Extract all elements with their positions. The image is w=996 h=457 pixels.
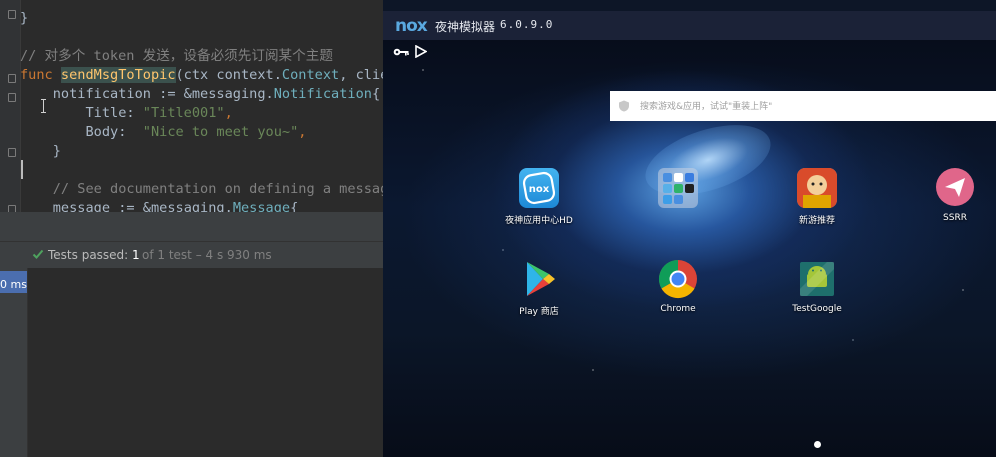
code-token: // 对多个 token 发送，设备必须先订阅某个主题 (20, 48, 333, 64)
app-label: Chrome (660, 304, 696, 314)
code-token: "Nice to meet you~" (142, 124, 299, 140)
svg-text:nox: nox (529, 184, 550, 195)
tests-passed-text: Tests passed: (48, 248, 133, 262)
app-play-store[interactable]: Play 商店 (489, 259, 589, 319)
code-token: func (20, 67, 61, 83)
code-line[interactable]: notification := &messaging.Notification{ (20, 85, 384, 104)
editor-gutter (0, 0, 21, 212)
code-token: , (224, 105, 233, 121)
play-store-icon (519, 259, 559, 299)
search-bar[interactable]: 搜索游戏&应用，试试"重装上阵" (610, 91, 996, 121)
test-tree-row-selected[interactable]: 0 ms (0, 271, 27, 293)
code-token: Body: (20, 124, 143, 140)
code-token: messaging (150, 200, 225, 212)
code-token: message := & (20, 200, 151, 212)
app-testgoogle[interactable]: TestGoogle (767, 258, 867, 319)
code-line[interactable]: // 对多个 token 发送，设备必须先订阅某个主题 (20, 47, 384, 66)
app-chrome[interactable]: Chrome (628, 259, 728, 319)
code-token: "Title001" (142, 105, 225, 121)
code-token: Notification (273, 86, 372, 102)
search-placeholder: 搜索游戏&应用，试试"重装上阵" (640, 102, 773, 112)
page-indicator-dot[interactable] (814, 441, 821, 448)
code-token: . (273, 67, 282, 83)
code-line[interactable]: // See documentation on defining a messa… (20, 180, 384, 199)
nox-app-center-icon: nox (519, 168, 559, 208)
code-token: Title: (20, 105, 143, 121)
code-line[interactable]: } (20, 9, 384, 28)
fold-marker-icon[interactable] (8, 205, 16, 212)
code-token: } (20, 143, 61, 159)
emulator-titlebar[interactable]: nox 夜神模拟器 6.0.9.0 (383, 11, 996, 40)
app-label: TestGoogle (792, 304, 842, 314)
app-label: Play 商店 (519, 307, 559, 317)
chrome-icon (658, 259, 698, 299)
ide-window: } // 对多个 token 发送，设备必须先订阅某个主题 func sendMsg… (0, 0, 384, 457)
code-token: , clie (339, 67, 384, 83)
fold-marker-icon[interactable] (8, 74, 16, 83)
key-icon (393, 48, 409, 56)
ssrr-icon (936, 168, 974, 206)
code-line[interactable]: } (20, 142, 384, 161)
fold-marker-icon[interactable] (8, 93, 16, 102)
tests-passed-label: Tests passed: 1 (48, 242, 140, 268)
test-results-panel: 0 ms (0, 268, 384, 457)
code-token: . (265, 86, 274, 102)
app-ssrr[interactable]: SSRR (905, 168, 996, 228)
nox-logo: nox (395, 16, 428, 36)
testgoogle-icon (796, 258, 838, 300)
code-line[interactable] (20, 28, 384, 47)
emulator-version: 6.0.9.0 (500, 18, 554, 31)
fold-marker-icon[interactable] (8, 148, 16, 157)
test-status-bar: Tests passed: 1 of 1 test – 4 s 930 ms (0, 242, 384, 269)
code-line[interactable]: func sendMsgToTopic(ctx context.Context,… (20, 66, 384, 85)
code-line[interactable]: Title: "Title001", (20, 104, 384, 123)
code-editor[interactable]: } // 对多个 token 发送，设备必须先订阅某个主题 func sendMsg… (0, 0, 384, 212)
code-token: { (371, 86, 381, 102)
app-nox-app-center[interactable]: nox 夜神应用中心HD (489, 168, 589, 228)
nox-emulator-window: nox 夜神模拟器 6.0.9.0 搜索游戏&应用，试试"重装上阵" nox 夜… (383, 0, 996, 457)
app-label: 夜神应用中心HD (505, 216, 573, 226)
tests-detail: of 1 test – 4 s 930 ms (142, 248, 272, 262)
test-tree[interactable]: 0 ms (0, 268, 28, 457)
fold-marker-icon[interactable] (8, 10, 16, 19)
code-line[interactable] (20, 161, 384, 180)
play-store-notification-icon (415, 45, 427, 58)
code-token: sendMsgToTopic (60, 67, 176, 83)
code-token: , (298, 124, 307, 140)
code-token: messaging (191, 86, 266, 102)
code-token: (ctx (175, 67, 217, 83)
code-line[interactable]: Body: "Nice to meet you~", (20, 123, 384, 142)
app-folder-icon (658, 168, 698, 208)
emulator-title: 夜神模拟器 (435, 20, 496, 34)
code-token: // See documentation on defining a messa… (20, 181, 384, 197)
code-token: context (216, 67, 274, 83)
new-game-icon (797, 168, 837, 208)
code-token: . (224, 200, 233, 212)
app-label: SSRR (943, 213, 967, 223)
app-label: 新游推荐 (798, 216, 835, 226)
app-new-game[interactable]: 新游推荐 (767, 168, 867, 228)
tests-passed-count: 1 (132, 248, 140, 262)
code-token: { (290, 200, 299, 212)
code-token: } (20, 10, 29, 26)
check-icon (32, 249, 44, 259)
code-token: Context (281, 67, 340, 83)
code-token: Message (232, 200, 291, 212)
run-toolbar (0, 215, 384, 242)
app-folder[interactable] (628, 168, 728, 228)
mouse-ibeam-cursor-icon (41, 99, 46, 113)
code-line[interactable]: message := &messaging.Message{ (20, 199, 384, 212)
text-cursor (21, 160, 23, 179)
android-home-screen[interactable]: 搜索游戏&应用，试试"重装上阵" nox 夜神应用中心HD 新游推荐 SSRR … (383, 40, 996, 457)
test-duration: 0 ms (0, 278, 27, 291)
shield-icon (619, 100, 629, 112)
